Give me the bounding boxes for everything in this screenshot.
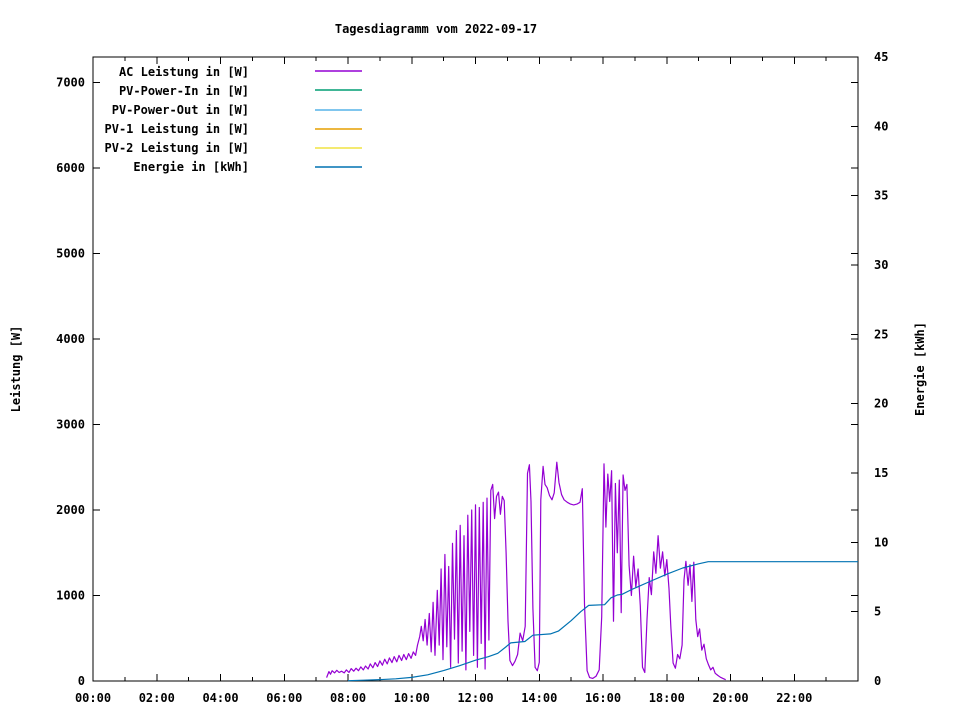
y2-tick-label: 40 <box>874 119 888 133</box>
chart-canvas: Tagesdiagramm vom 2022-09-17 Leistung [W… <box>0 0 960 720</box>
legend-entry-pv1: PV-1 Leistung in [W] <box>105 122 363 136</box>
y2-axis-title: Energie [kWh] <box>913 322 927 416</box>
y2-tick-label: 30 <box>874 258 888 272</box>
legend-entry-pv-in: PV-Power-In in [W] <box>119 84 362 98</box>
y-tick-label: 0 <box>78 674 85 688</box>
x-tick-label: 10:00 <box>394 691 430 705</box>
y2-tick-label: 15 <box>874 466 888 480</box>
x-tick-label: 00:00 <box>75 691 111 705</box>
legend-entry-pv2: PV-2 Leistung in [W] <box>105 141 363 155</box>
y-tick-label: 7000 <box>56 76 85 90</box>
x-tick-label: 08:00 <box>330 691 366 705</box>
y2-tick-label: 5 <box>874 605 881 619</box>
y2-tick-label: 10 <box>874 535 888 549</box>
y2-tick-label: 0 <box>874 674 881 688</box>
y2-tick-label: 25 <box>874 327 888 341</box>
y-tick-label: 2000 <box>56 503 85 517</box>
legend-entry-energie: Energie in [kWh] <box>133 160 362 174</box>
legend-label-pv-in: PV-Power-In in [W] <box>119 84 249 98</box>
legend-label-energie: Energie in [kWh] <box>133 160 249 174</box>
x-tick-label: 22:00 <box>776 691 812 705</box>
x-tick-label: 14:00 <box>521 691 557 705</box>
x-tick-label: 20:00 <box>712 691 748 705</box>
plot-svg: Tagesdiagramm vom 2022-09-17 Leistung [W… <box>0 0 960 720</box>
x-tick-label: 02:00 <box>139 691 175 705</box>
legend-label-pv-out: PV-Power-Out in [W] <box>112 103 249 117</box>
y-axis-title: Leistung [W] <box>9 326 23 413</box>
legend-label-pv1: PV-1 Leistung in [W] <box>105 122 250 136</box>
x-tick-label: 16:00 <box>585 691 621 705</box>
legend-label-pv2: PV-2 Leistung in [W] <box>105 141 250 155</box>
y2-tick-label: 45 <box>874 50 888 64</box>
y2-tick-label: 35 <box>874 189 888 203</box>
x-tick-label: 04:00 <box>202 691 238 705</box>
legend-label-ac: AC Leistung in [W] <box>119 65 249 79</box>
legend: AC Leistung in [W] PV-Power-In in [W] PV… <box>105 65 363 174</box>
y-tick-label: 1000 <box>56 589 85 603</box>
x-tick-label: 06:00 <box>266 691 302 705</box>
chart-title: Tagesdiagramm vom 2022-09-17 <box>335 22 537 36</box>
legend-entry-ac: AC Leistung in [W] <box>119 65 362 79</box>
x-tick-label: 12:00 <box>457 691 493 705</box>
plot-series <box>327 462 858 681</box>
y2-tick-label: 20 <box>874 397 888 411</box>
y-tick-label: 4000 <box>56 332 85 346</box>
y-tick-label: 6000 <box>56 161 85 175</box>
series-line-0 <box>327 462 726 680</box>
x-tick-label: 18:00 <box>649 691 685 705</box>
y-tick-label: 5000 <box>56 247 85 261</box>
y-tick-label: 3000 <box>56 418 85 432</box>
legend-entry-pv-out: PV-Power-Out in [W] <box>112 103 362 117</box>
